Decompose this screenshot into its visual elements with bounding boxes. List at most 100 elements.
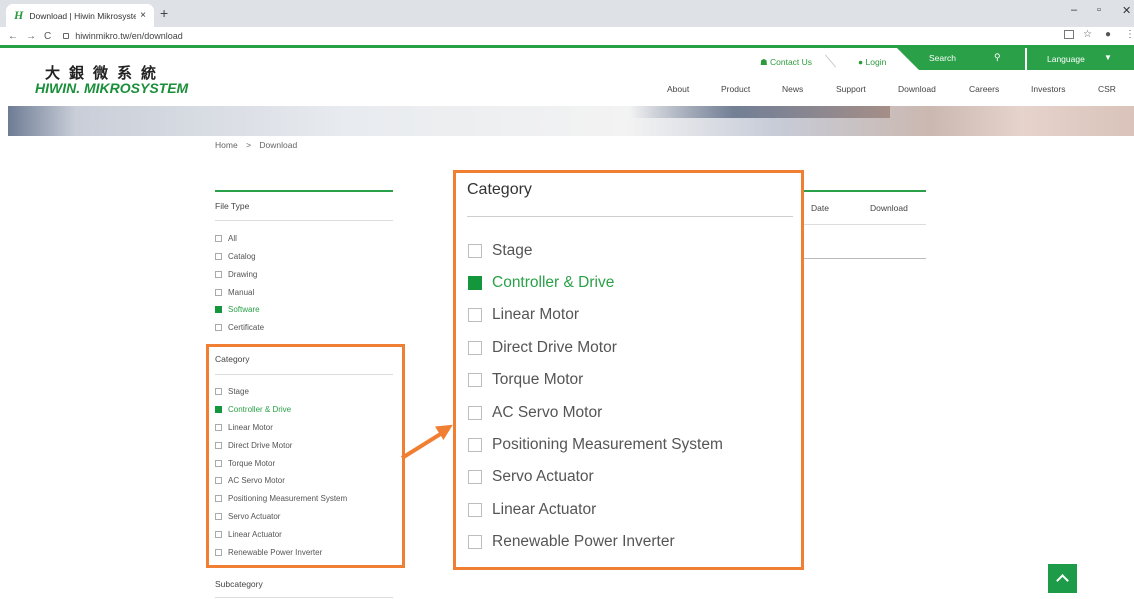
- checkbox[interactable]: [468, 535, 482, 549]
- option-label: Linear Motor: [492, 306, 580, 323]
- nav-investors[interactable]: Investors: [1031, 84, 1066, 94]
- translate-icon[interactable]: [1064, 30, 1074, 39]
- zoom-option-renewable-power-inverter[interactable]: Renewable Power Inverter: [468, 533, 675, 551]
- breadcrumb-current: Download: [259, 140, 298, 150]
- zoom-category-title: Category: [467, 181, 532, 198]
- nav-download[interactable]: Download: [898, 84, 936, 94]
- forward-icon[interactable]: →: [26, 31, 36, 42]
- checkbox[interactable]: [468, 470, 482, 484]
- search-label: Search: [929, 53, 956, 63]
- zoom-option-positioning-measurement-system[interactable]: Positioning Measurement System: [468, 436, 723, 454]
- file-type-option-certificate[interactable]: Certificate: [215, 323, 264, 332]
- back-icon[interactable]: ←: [8, 31, 18, 42]
- zoom-option-torque-motor[interactable]: Torque Motor: [468, 371, 583, 389]
- nav-support[interactable]: Support: [836, 84, 866, 94]
- chevron-up-icon: [1056, 574, 1069, 587]
- zoom-category-rule: [467, 216, 793, 217]
- file-type-option-drawing[interactable]: Drawing: [215, 270, 257, 279]
- account-icon[interactable]: ●: [1105, 29, 1111, 40]
- checkbox[interactable]: [468, 438, 482, 452]
- column-header-download[interactable]: Download: [870, 203, 908, 213]
- option-label: Software: [228, 305, 260, 314]
- zoom-option-controller-drive[interactable]: Controller & Drive: [468, 274, 614, 292]
- nav-product[interactable]: Product: [721, 84, 750, 94]
- new-tab-icon[interactable]: +: [160, 5, 168, 21]
- minimize-icon[interactable]: –: [1071, 4, 1077, 16]
- contact-us-link[interactable]: ☗ Contact Us: [760, 57, 812, 68]
- table-header-rule: [800, 224, 926, 225]
- table-top-rule: [800, 190, 926, 192]
- zoom-option-direct-drive-motor[interactable]: Direct Drive Motor: [468, 339, 617, 357]
- zoom-option-linear-actuator[interactable]: Linear Actuator: [468, 501, 596, 519]
- checkbox[interactable]: [215, 235, 222, 242]
- nav-careers[interactable]: Careers: [969, 84, 999, 94]
- contact-us-label: Contact Us: [770, 57, 813, 67]
- language-label: Language: [1047, 54, 1085, 64]
- checkbox[interactable]: [468, 341, 482, 355]
- site-favicon-icon: H: [14, 8, 24, 22]
- checkbox-checked[interactable]: [215, 306, 222, 313]
- home-icon: ☗: [760, 57, 768, 67]
- checkbox[interactable]: [215, 324, 222, 331]
- option-label: Torque Motor: [492, 371, 584, 388]
- search-button[interactable]: Search ⚲: [897, 48, 1025, 70]
- option-label: Certificate: [228, 323, 265, 332]
- checkbox[interactable]: [215, 253, 222, 260]
- user-icon: ●: [858, 57, 864, 67]
- browser-tab-bar: H Download | Hiwin Mikrosystem × + – ▫ ✕: [0, 0, 1134, 27]
- close-window-icon[interactable]: ✕: [1122, 4, 1131, 17]
- checkbox-checked[interactable]: [468, 276, 482, 290]
- login-link[interactable]: ● Login: [858, 57, 886, 67]
- file-type-option-catalog[interactable]: Catalog: [215, 252, 256, 261]
- option-label: Controller & Drive: [492, 274, 615, 291]
- zoom-option-linear-motor[interactable]: Linear Motor: [468, 306, 579, 324]
- checkbox[interactable]: [468, 503, 482, 517]
- option-label: Linear Actuator: [492, 501, 597, 518]
- checkbox[interactable]: [468, 308, 482, 322]
- column-header-date[interactable]: Date: [811, 203, 829, 213]
- checkbox[interactable]: [215, 289, 222, 296]
- breadcrumb-separator: >: [246, 140, 252, 150]
- search-icon: ⚲: [994, 52, 1001, 62]
- checkbox[interactable]: [215, 271, 222, 278]
- zoom-option-stage[interactable]: Stage: [468, 242, 533, 260]
- subcategory-rule: [215, 597, 393, 598]
- language-dropdown[interactable]: Language ▼: [1027, 48, 1134, 70]
- checkbox[interactable]: [468, 244, 482, 258]
- header-accent-line: [0, 45, 1134, 48]
- login-label: Login: [865, 57, 887, 67]
- tab-title: Download | Hiwin Mikrosystem: [29, 10, 137, 21]
- option-label: Positioning Measurement System: [492, 436, 723, 453]
- reload-icon[interactable]: C: [44, 31, 51, 42]
- url-field[interactable]: hiwinmikro.tw/en/download: [75, 31, 183, 41]
- bookmark-star-icon[interactable]: ☆: [1083, 29, 1092, 40]
- close-tab-icon[interactable]: ×: [140, 10, 146, 21]
- browser-tab[interactable]: H Download | Hiwin Mikrosystem ×: [6, 4, 154, 27]
- zoom-option-ac-servo-motor[interactable]: AC Servo Motor: [468, 404, 602, 422]
- logo-english[interactable]: HIWIN. MIKROSYSTEM: [35, 80, 188, 96]
- category-highlight-frame: [206, 344, 405, 568]
- option-label: Manual: [228, 288, 255, 297]
- banner-decoration: [630, 106, 890, 118]
- option-label: Renewable Power Inverter: [492, 533, 675, 550]
- category-zoom-panel: Category Stage Controller & Drive Linear…: [453, 170, 804, 570]
- zoom-option-servo-actuator[interactable]: Servo Actuator: [468, 468, 594, 486]
- divider: [824, 54, 837, 68]
- nav-about[interactable]: About: [667, 84, 689, 94]
- nav-csr[interactable]: CSR: [1098, 84, 1116, 94]
- option-label: Catalog: [228, 252, 256, 261]
- file-type-option-all[interactable]: All: [215, 234, 237, 243]
- file-type-option-software[interactable]: Software: [215, 305, 260, 314]
- browser-menu-icon[interactable]: ⋮: [1125, 29, 1134, 40]
- nav-news[interactable]: News: [782, 84, 803, 94]
- maximize-icon[interactable]: ▫: [1097, 4, 1101, 16]
- option-label: All: [228, 234, 237, 243]
- lock-icon: [63, 33, 70, 39]
- breadcrumb-home[interactable]: Home: [215, 140, 238, 150]
- option-label: Stage: [492, 242, 533, 259]
- file-type-option-manual[interactable]: Manual: [215, 288, 254, 297]
- option-label: Servo Actuator: [492, 468, 594, 485]
- checkbox[interactable]: [468, 406, 482, 420]
- back-to-top-button[interactable]: [1048, 564, 1077, 593]
- checkbox[interactable]: [468, 373, 482, 387]
